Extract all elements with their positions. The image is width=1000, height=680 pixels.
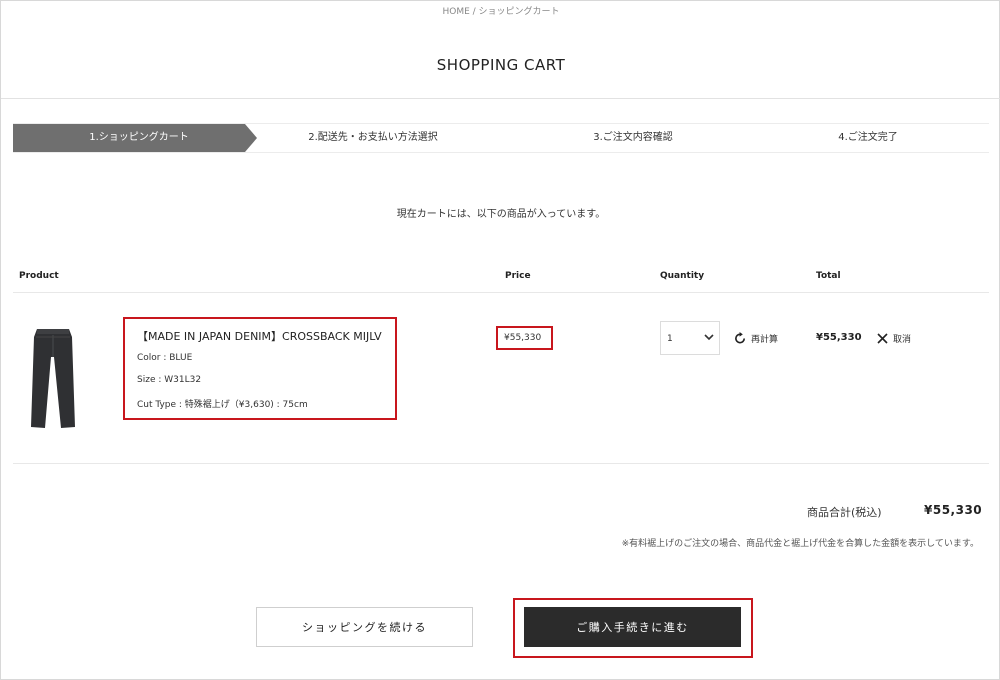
unit-price: ¥55,330 [504,333,542,343]
checkout-steps: 1.ショッピングカート 2.配送先・お支払い方法選択 3.ご注文内容確認 4.ご… [13,123,989,153]
close-icon [877,333,888,344]
recalculate-button[interactable]: 再計算 [734,332,778,345]
header-product: Product [19,271,59,281]
refresh-icon [735,332,746,344]
step-shipping-payment: 2.配送先・お支払い方法選択 [308,132,438,143]
page-title: SHOPPING CART [436,56,566,74]
breadcrumb[interactable]: HOME / ショッピングカート [1,4,1000,17]
step-cart: 1.ショッピングカート [13,124,245,152]
subtotal-label: 商品合計(税込) [807,506,882,519]
quantity-value: 1 [667,334,673,344]
step-complete: 4.ご注文完了 [838,132,898,143]
header-total: Total [816,271,841,281]
quantity-select[interactable]: 1 [660,321,720,355]
step-confirm: 3.ご注文内容確認 [593,132,673,143]
continue-shopping-button[interactable]: ショッピングを続ける [256,607,473,647]
product-image[interactable] [27,327,79,431]
table-divider [13,292,989,293]
remove-item-button[interactable]: 取消 [877,332,911,345]
header-divider [1,98,1000,99]
header-price: Price [505,271,531,281]
header-quantity: Quantity [660,271,705,281]
subtotal-value: ¥55,330 [924,503,983,517]
proceed-to-checkout-button[interactable]: ご購入手続きに進む [524,607,741,647]
line-total: ¥55,330 [816,332,862,343]
product-cut-type: Cut Type : 特殊裾上げ（¥3,630) : 75cm [137,400,308,410]
table-divider-bottom [13,463,989,464]
recalculate-label: 再計算 [751,335,779,345]
remove-label: 取消 [893,335,912,345]
subtotal-footnote: ※有料裾上げのご注文の場合、商品代金と裾上げ代金を合算した金額を表示しています。 [621,539,979,549]
cart-notice: 現在カートには、以下の商品が入っています。 [396,209,606,220]
chevron-down-icon [704,334,714,341]
product-name[interactable]: 【MADE IN JAPAN DENIM】CROSSBACK MIJLV [137,328,382,344]
product-size: Size : W31L32 [137,375,202,385]
step-arrow [245,124,257,152]
product-color: Color : BLUE [137,353,193,363]
